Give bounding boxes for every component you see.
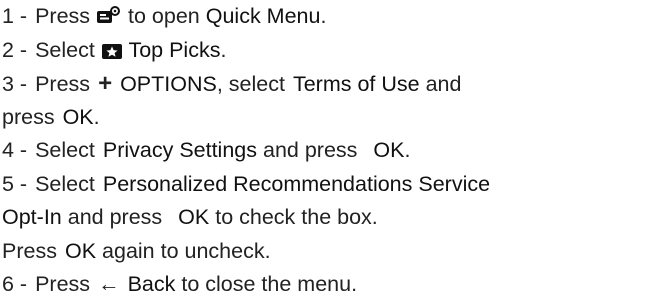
plus-icon: + bbox=[98, 70, 113, 97]
ok-label: OK bbox=[62, 104, 94, 129]
step-4: 4 - Select Privacy Settings and press OK. bbox=[2, 134, 667, 168]
period: . bbox=[320, 4, 327, 28]
step-5: 5 - Select Personalized Recommendations Se… bbox=[2, 168, 667, 202]
step-number: 3 - bbox=[2, 72, 28, 96]
select-text: , select bbox=[216, 72, 285, 96]
top-picks-icon bbox=[101, 37, 123, 71]
close-menu-text: to close the menu. bbox=[181, 272, 358, 296]
step-number: 2 - bbox=[2, 37, 28, 62]
privacy-settings-label: Privacy Settings bbox=[102, 138, 258, 162]
ok-label: OK bbox=[373, 138, 405, 162]
and-press-text: and press bbox=[263, 138, 358, 162]
period: . bbox=[220, 37, 227, 62]
ok-label: OK bbox=[64, 238, 97, 263]
step-number: 5 - bbox=[2, 171, 28, 196]
to-open-text: to open bbox=[128, 4, 200, 28]
press-text: Press bbox=[2, 238, 57, 263]
press-text: Press bbox=[35, 72, 91, 96]
personalized-recommendations-label: Personalized Recommendations Service bbox=[102, 171, 491, 196]
select-text: Select bbox=[35, 37, 95, 62]
step-1: 1 - Press to open Quick Menu. bbox=[2, 0, 667, 34]
step-2: 2 - Select Top Picks. bbox=[2, 34, 667, 68]
options-label: OPTIONS bbox=[120, 72, 217, 96]
step-number: 1 - bbox=[2, 4, 28, 28]
uncheck-line: Press OK again to uncheck. bbox=[2, 235, 667, 269]
press-text: press bbox=[2, 104, 55, 129]
quick-menu-icon bbox=[96, 3, 122, 37]
select-text: Select bbox=[35, 138, 95, 162]
top-picks-label: Top Picks bbox=[128, 37, 221, 62]
quick-menu-label: Quick Menu bbox=[205, 4, 321, 28]
ok-label: OK bbox=[178, 205, 210, 229]
back-label: Back bbox=[127, 272, 176, 296]
terms-of-use-label: Terms of Use bbox=[292, 72, 420, 96]
step-5-cont: Opt-In and press OK to check the box. bbox=[2, 201, 667, 235]
again-text: again to uncheck. bbox=[102, 238, 271, 263]
opt-in-label: Opt-In bbox=[2, 205, 62, 229]
press-text: Press bbox=[35, 4, 91, 28]
step-6: 6 - Press ← Back to close the menu. bbox=[2, 268, 667, 302]
instructions: 1 - Press to open Quick Menu. 2 - Select T… bbox=[0, 0, 667, 302]
select-text: Select bbox=[35, 171, 95, 196]
and-press-text: and press bbox=[67, 205, 163, 229]
period: . bbox=[93, 104, 100, 129]
step-3-cont: press OK. bbox=[2, 101, 667, 135]
step-number: 6 - bbox=[2, 272, 28, 296]
step-3: 3 - Press + OPTIONS, select Terms of Use and bbox=[2, 67, 667, 101]
period: . bbox=[404, 138, 411, 162]
step-number: 4 - bbox=[2, 138, 28, 162]
back-arrow-icon: ← bbox=[98, 272, 120, 296]
check-box-text: to check the box. bbox=[215, 205, 378, 229]
and-text: and bbox=[425, 72, 462, 96]
press-text: Press bbox=[35, 272, 91, 296]
